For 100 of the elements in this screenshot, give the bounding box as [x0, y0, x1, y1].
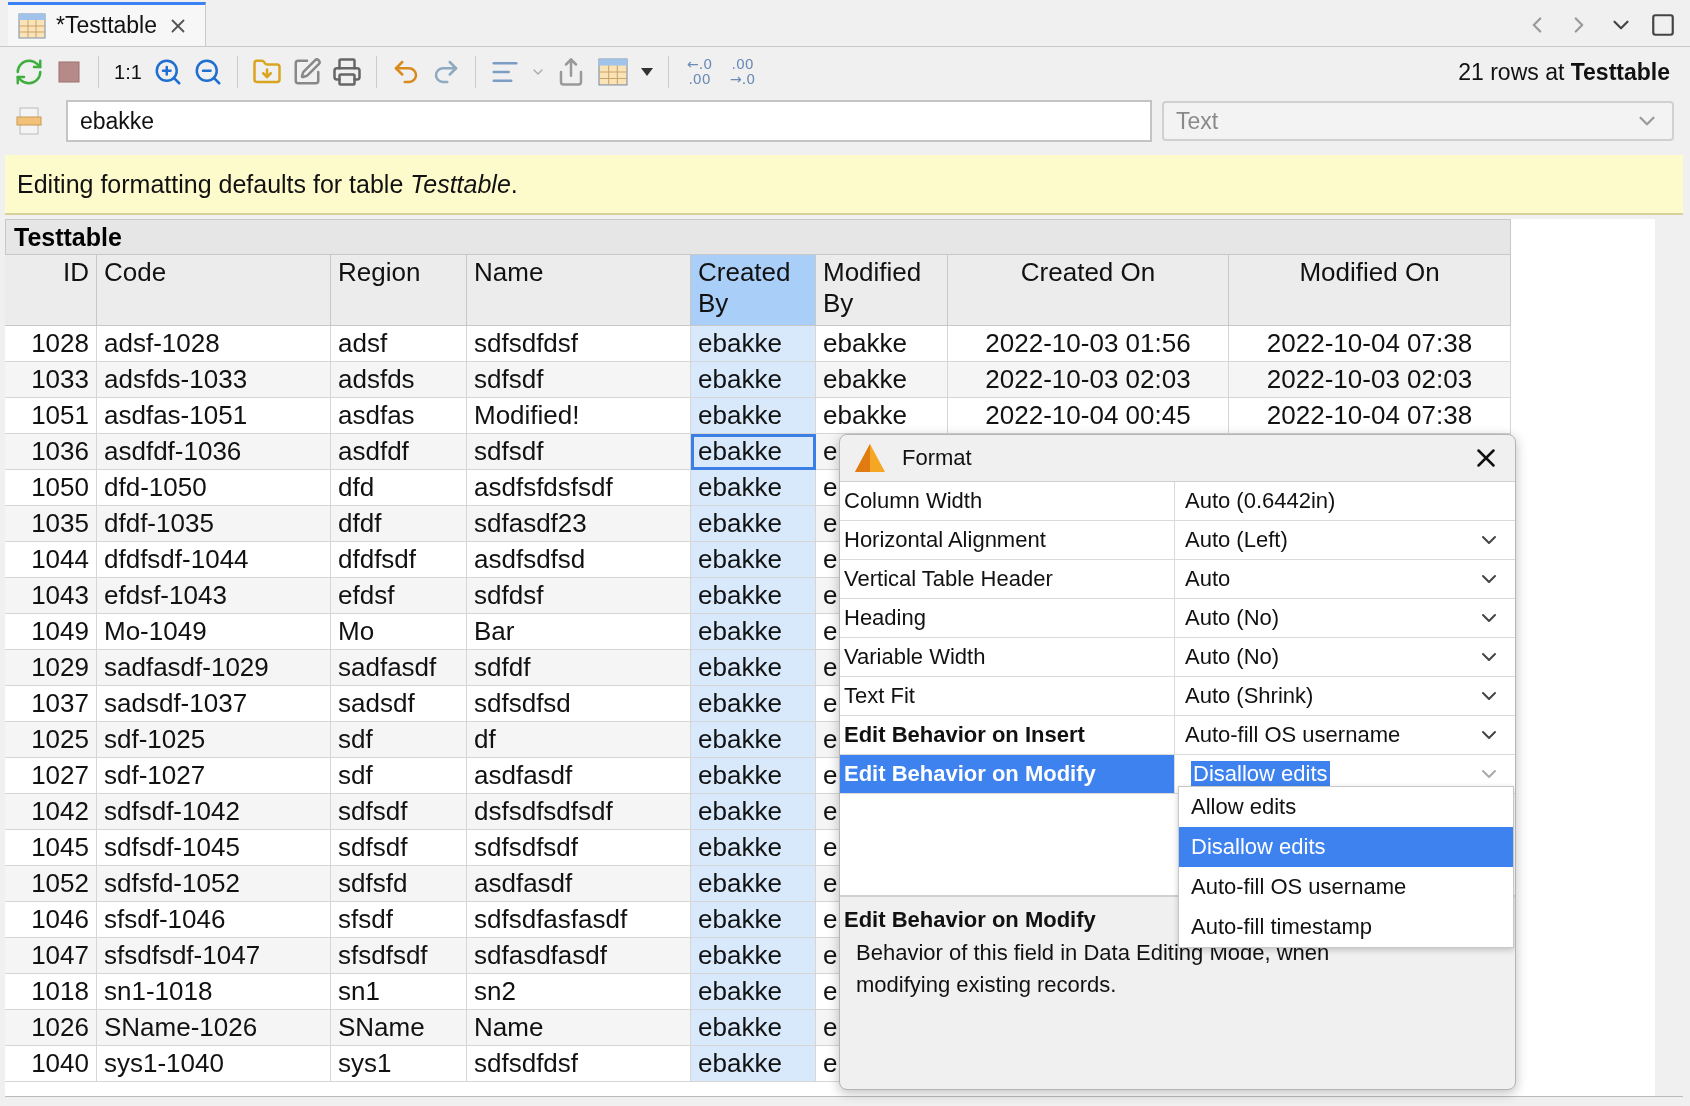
table-cell: sys1-1040: [97, 1046, 331, 1082]
table-cell: sdfasdf23: [467, 506, 691, 542]
table-cell: sys1: [331, 1046, 467, 1082]
property-dropdown[interactable]: Auto (Shrink): [1175, 677, 1515, 715]
actual-size-button[interactable]: 1:1: [111, 53, 145, 91]
option-item[interactable]: Auto-fill timestamp: [1179, 907, 1513, 947]
table-cell: asdfas: [331, 398, 467, 434]
table-cell: Mo-1049: [97, 614, 331, 650]
table-cell: sadsdf: [331, 686, 467, 722]
column-header[interactable]: Created On: [948, 255, 1229, 326]
table-cell: sdfsdf: [467, 434, 691, 470]
column-header[interactable]: Code: [97, 255, 331, 326]
table-cell: SName: [331, 1010, 467, 1046]
table-cell: ebakke: [691, 686, 816, 722]
column-header[interactable]: Created By: [691, 255, 816, 326]
property-dropdown[interactable]: Auto (Left): [1175, 521, 1515, 559]
table-cell: adsfds-1033: [97, 362, 331, 398]
table-cell: dfd-1050: [97, 470, 331, 506]
property-dropdown[interactable]: Auto: [1175, 560, 1515, 598]
warning-triangle-icon: [854, 443, 886, 473]
table-cell: 1040: [5, 1046, 97, 1082]
table-cell: ebakke: [691, 650, 816, 686]
property-label[interactable]: Edit Behavior on Modify: [840, 755, 1175, 793]
table-cell: 1046: [5, 902, 97, 938]
table-cell: 1029: [5, 650, 97, 686]
table-cell: SName-1026: [97, 1010, 331, 1046]
table-cell: asdfasdf: [467, 758, 691, 794]
option-item[interactable]: Disallow edits: [1179, 827, 1513, 867]
table-cell: 1042: [5, 794, 97, 830]
table-cell: ebakke: [816, 326, 948, 362]
filter-field[interactable]: ebakke: [66, 100, 1152, 142]
table-cell: sdfasdfasdf: [467, 938, 691, 974]
table-cell: 1026: [5, 1010, 97, 1046]
table-icon: [18, 12, 46, 39]
table-cell: sdfsdf: [331, 830, 467, 866]
table-cell: ebakke: [691, 542, 816, 578]
maximize-icon[interactable]: [1650, 12, 1676, 38]
table-cell: sdfsdfdsf: [467, 326, 691, 362]
table-cell: sdfsdf: [331, 794, 467, 830]
table-cell: dfdfsdf-1044: [97, 542, 331, 578]
table-cell: dfd: [331, 470, 467, 506]
table-title: Testtable: [5, 219, 1511, 255]
table-cell: sfsdf: [331, 902, 467, 938]
table-cell: ebakke: [691, 398, 816, 434]
table-cell: 2022-10-04 07:38: [1229, 398, 1511, 434]
table-cell: 2022-10-03 02:03: [948, 362, 1229, 398]
property-dropdown[interactable]: Auto (No): [1175, 599, 1515, 637]
column-header[interactable]: Modified On: [1229, 255, 1511, 326]
property-value[interactable]: Auto (0.6442in): [1175, 482, 1515, 520]
table-cell: asdfdf: [331, 434, 467, 470]
table-cell: 1027: [5, 758, 97, 794]
table-cell: sadsdf-1037: [97, 686, 331, 722]
table-cell: ebakke: [691, 1010, 816, 1046]
table-cell: sdfdf: [467, 650, 691, 686]
property-dropdown[interactable]: Auto-fill OS username: [1175, 716, 1515, 754]
table-cell: ebakke: [691, 614, 816, 650]
table-cell: ebakke: [691, 974, 816, 1010]
column-header[interactable]: Modified By: [816, 255, 948, 326]
table-cell: 1028: [5, 326, 97, 362]
property-dropdown[interactable]: Auto (No): [1175, 638, 1515, 676]
table-cell: sdfsdfsd: [467, 686, 691, 722]
table-cell: ebakke: [691, 758, 816, 794]
table-cell: sfsdfsdf-1047: [97, 938, 331, 974]
table-cell: sdf-1027: [97, 758, 331, 794]
table-cell: ebakke: [691, 830, 816, 866]
table-cell: ebakke: [691, 866, 816, 902]
table-cell: asdfasdf: [467, 866, 691, 902]
table-cell: sdfsdf: [467, 362, 691, 398]
option-item[interactable]: Allow edits: [1179, 787, 1513, 827]
table-cell: adsfds: [331, 362, 467, 398]
table-cell: 1035: [5, 506, 97, 542]
table-cell: 1044: [5, 542, 97, 578]
table-cell: sn1-1018: [97, 974, 331, 1010]
table-cell: asdfdf-1036: [97, 434, 331, 470]
column-header[interactable]: Region: [331, 255, 467, 326]
option-item[interactable]: Auto-fill OS username: [1179, 867, 1513, 907]
filter-icon[interactable]: [16, 106, 42, 136]
table-cell: Mo: [331, 614, 467, 650]
table-cell: 1052: [5, 866, 97, 902]
row-count-status: 21 rows at Testtable: [1458, 58, 1670, 86]
table-cell: 2022-10-03 02:03: [1229, 362, 1511, 398]
table-cell: sdfsdfasfasdf: [467, 902, 691, 938]
table-cell: asdfsfdsfsdf: [467, 470, 691, 506]
table-cell: efdsf: [331, 578, 467, 614]
table-cell: sdfsdfdsf: [467, 1046, 691, 1082]
table-cell: 1036: [5, 434, 97, 470]
table-cell: sdfsdf-1042: [97, 794, 331, 830]
column-header[interactable]: Name: [467, 255, 691, 326]
table-cell: 1043: [5, 578, 97, 614]
table-cell: Name: [467, 1010, 691, 1046]
table-cell: ebakke: [691, 902, 816, 938]
table-cell: sdfsfd: [331, 866, 467, 902]
table-cell: adsf: [331, 326, 467, 362]
table-cell: ebakke: [691, 794, 816, 830]
column-header[interactable]: ID: [5, 255, 97, 326]
document-tab[interactable]: *Testtable: [8, 2, 206, 46]
table-cell: dfdf-1035: [97, 506, 331, 542]
table-cell: sfsdf-1046: [97, 902, 331, 938]
table-cell: adsf-1028: [97, 326, 331, 362]
table-cell: 1033: [5, 362, 97, 398]
